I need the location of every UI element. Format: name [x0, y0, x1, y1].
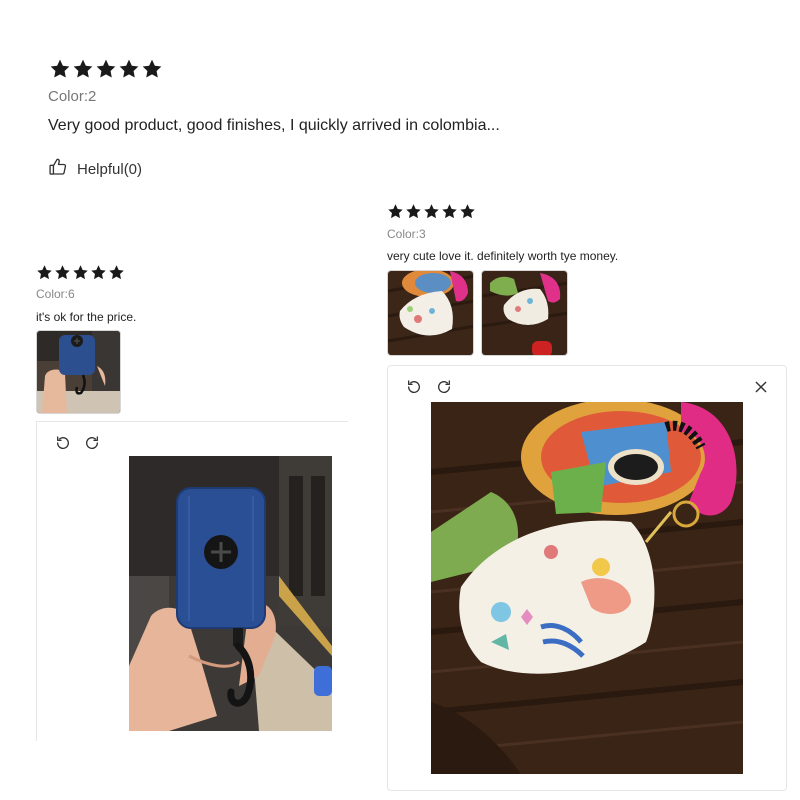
photo-viewer: [387, 365, 787, 791]
review-color-option: Color:2: [48, 88, 97, 105]
star-icon: [108, 264, 125, 281]
review-photo-list: [387, 270, 787, 356]
review-card-1: Color:2 Very good product, good finishes…: [48, 58, 768, 181]
star-icon: [141, 58, 163, 80]
review-card-3: Color:3 very cute love it. definitely wo…: [387, 203, 787, 356]
review-text: Very good product, good finishes, I quic…: [48, 117, 500, 134]
print-pouch-thumbnail-image: [388, 271, 473, 355]
star-icon: [54, 264, 71, 281]
rotate-right-icon[interactable]: [433, 376, 455, 398]
star-icon: [90, 264, 107, 281]
rotate-left-icon[interactable]: [403, 376, 425, 398]
star-icon: [72, 264, 89, 281]
review-color-option: Color:3: [387, 227, 426, 241]
blue-pouch-thumbnail-image: [37, 331, 120, 413]
review-text: it's ok for the price.: [36, 310, 137, 324]
review-text: very cute love it. definitely worth tye …: [387, 249, 619, 263]
review-card-2: Color:6 it's ok for the price.: [36, 264, 356, 414]
star-rating: [49, 58, 768, 80]
star-icon: [49, 58, 71, 80]
review-photo-large: [431, 402, 743, 774]
rotate-left-icon[interactable]: [52, 432, 74, 454]
close-icon[interactable]: [750, 376, 772, 398]
star-rating: [387, 203, 787, 220]
review-photo-large: [129, 456, 332, 731]
thumbs-up-icon: [48, 157, 68, 181]
helpful-label: Helpful(0): [77, 160, 143, 178]
photo-viewer: [36, 421, 348, 741]
star-icon: [118, 58, 140, 80]
print-pouch-thumbnail-image: [482, 271, 567, 355]
print-pouch-photo-image: [431, 402, 743, 774]
star-icon: [36, 264, 53, 281]
star-icon: [72, 58, 94, 80]
review-photo-thumbnail[interactable]: [481, 270, 568, 356]
star-icon: [423, 203, 440, 220]
review-photo-thumbnail[interactable]: [387, 270, 474, 356]
rotate-right-icon[interactable]: [81, 432, 103, 454]
star-icon: [459, 203, 476, 220]
blue-pouch-photo-image: [129, 456, 332, 731]
star-icon: [441, 203, 458, 220]
star-icon: [405, 203, 422, 220]
star-rating: [36, 264, 356, 281]
review-color-option: Color:6: [36, 287, 75, 301]
helpful-button[interactable]: Helpful(0): [48, 157, 768, 181]
star-icon: [95, 58, 117, 80]
star-icon: [387, 203, 404, 220]
review-photo-thumbnail[interactable]: [36, 330, 121, 414]
